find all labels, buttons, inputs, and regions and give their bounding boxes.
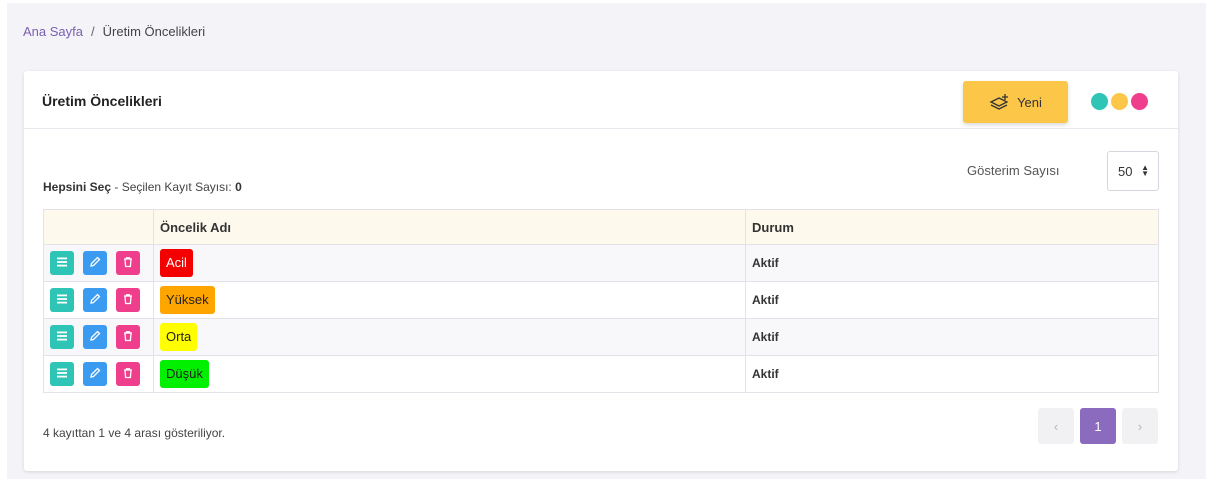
header-priority-name[interactable]: Öncelik Adı (153, 209, 746, 245)
card-title: Üretim Öncelikleri (42, 93, 162, 109)
new-button-label: Yeni (1017, 94, 1042, 110)
row-actions-cell (43, 281, 154, 319)
page-size-select[interactable]: 50 ▲ ▼ (1107, 151, 1159, 191)
select-all-link[interactable]: Hepsini Seç (43, 180, 111, 194)
delete-button[interactable] (116, 325, 140, 349)
breadcrumb: Ana Sayfa / Üretim Öncelikleri (23, 24, 205, 39)
list-icon (56, 367, 68, 382)
trash-icon (122, 293, 134, 308)
edit-button[interactable] (83, 325, 107, 349)
delete-button[interactable] (116, 251, 140, 275)
list-icon (56, 293, 68, 308)
layers-plus-icon (989, 93, 1011, 111)
color-dots (1091, 93, 1148, 110)
yellow-dot[interactable] (1111, 93, 1128, 110)
page-size-label: Gösterim Sayısı (967, 163, 1060, 178)
breadcrumb-current: Üretim Öncelikleri (102, 24, 206, 39)
trash-icon (122, 256, 134, 271)
priority-badge: Düşük (160, 360, 209, 388)
delete-button[interactable] (116, 288, 140, 312)
header-actions (43, 209, 154, 245)
edit-button[interactable] (83, 251, 107, 275)
page-size-value: 50 (1118, 163, 1133, 179)
priority-name-cell: Orta (153, 318, 746, 356)
priority-badge: Acil (160, 249, 193, 277)
selected-count-value: 0 (235, 180, 242, 194)
pink-dot[interactable] (1131, 93, 1148, 110)
status-cell: Aktif (745, 355, 1159, 393)
status-cell: Aktif (745, 318, 1159, 356)
row-actions (50, 251, 147, 275)
row-actions (50, 325, 147, 349)
table-row: Orta Aktif (43, 318, 1159, 356)
table-row: Düşük Aktif (43, 355, 1159, 393)
pencil-icon (89, 330, 101, 345)
detail-button[interactable] (50, 325, 74, 349)
table-header-row: Öncelik Adı Durum (43, 209, 1159, 245)
pencil-icon (89, 256, 101, 271)
detail-button[interactable] (50, 251, 74, 275)
row-actions-cell (43, 318, 154, 356)
detail-button[interactable] (50, 362, 74, 386)
new-button[interactable]: Yeni (963, 81, 1068, 123)
trash-icon (122, 330, 134, 345)
status-cell: Aktif (745, 281, 1159, 319)
priority-name-cell: Düşük (153, 355, 746, 393)
list-icon (56, 256, 68, 271)
teal-dot[interactable] (1091, 93, 1108, 110)
header-status[interactable]: Durum (745, 209, 1159, 245)
priorities-card: Üretim Öncelikleri Yeni Hepsini Seç - Se… (24, 71, 1178, 471)
priority-badge: Yüksek (160, 286, 215, 314)
breadcrumb-separator: / (91, 24, 95, 39)
next-page-button[interactable]: › (1122, 408, 1158, 444)
pencil-icon (89, 367, 101, 382)
priorities-table: Öncelik Adı Durum Acil Aktif Yüksek Aktif Or… (43, 209, 1159, 393)
detail-button[interactable] (50, 288, 74, 312)
delete-button[interactable] (116, 362, 140, 386)
trash-icon (122, 367, 134, 382)
breadcrumb-home-link[interactable]: Ana Sayfa (23, 24, 83, 39)
records-info: 4 kayıttan 1 ve 4 arası gösteriliyor. (43, 426, 226, 440)
page-1-button[interactable]: 1 (1080, 408, 1116, 444)
edit-button[interactable] (83, 362, 107, 386)
prev-page-button[interactable]: ‹ (1038, 408, 1074, 444)
page-background: Ana Sayfa / Üretim Öncelikleri Üretim Önce… (7, 3, 1206, 479)
edit-button[interactable] (83, 288, 107, 312)
row-actions-cell (43, 244, 154, 282)
pencil-icon (89, 293, 101, 308)
list-icon (56, 330, 68, 345)
table-row: Yüksek Aktif (43, 281, 1159, 319)
priority-name-cell: Acil (153, 244, 746, 282)
priority-badge: Orta (160, 323, 198, 351)
row-actions (50, 288, 147, 312)
row-actions-cell (43, 355, 154, 393)
selection-info: Hepsini Seç - Seçilen Kayıt Sayısı: 0 (43, 180, 242, 194)
pagination: ‹ 1 › (1038, 408, 1158, 444)
card-header: Üretim Öncelikleri Yeni (24, 71, 1178, 129)
status-cell: Aktif (745, 244, 1159, 282)
selected-count-label: - Seçilen Kayıt Sayısı: (111, 180, 236, 194)
sort-caret-icon: ▲ ▼ (1141, 163, 1149, 178)
row-actions (50, 362, 147, 386)
priority-name-cell: Yüksek (153, 281, 746, 319)
table-row: Acil Aktif (43, 244, 1159, 282)
